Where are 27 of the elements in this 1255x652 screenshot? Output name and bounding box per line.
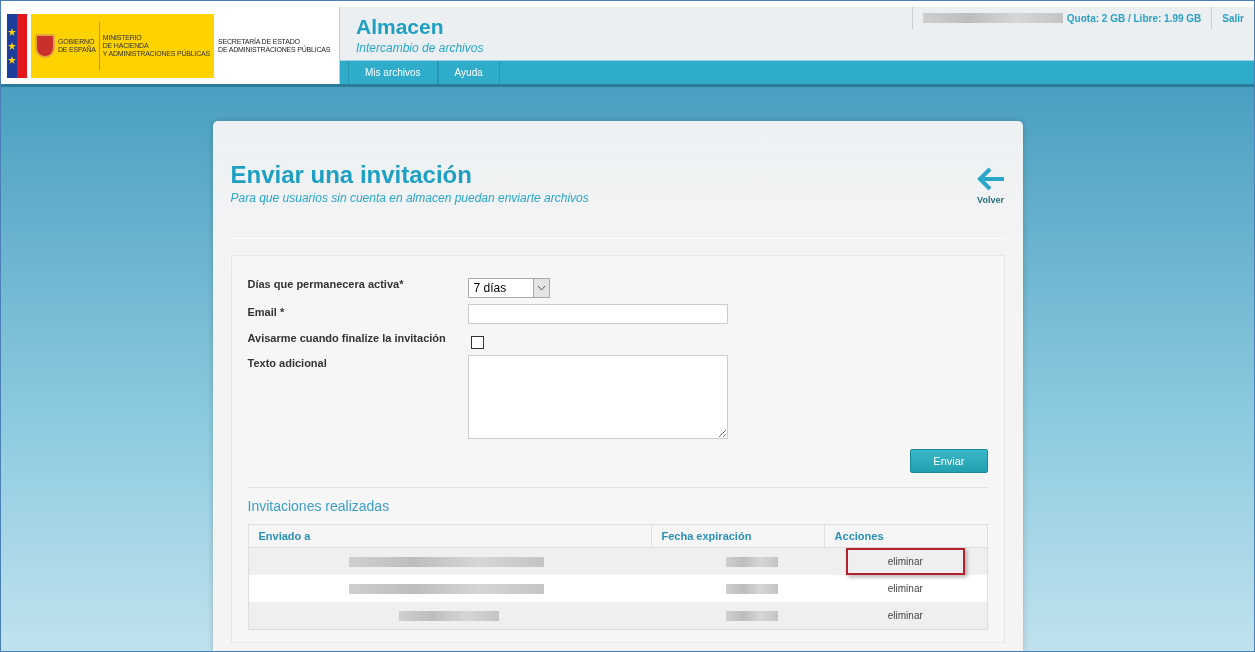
- notify-checkbox[interactable]: [470, 336, 484, 349]
- back-arrow-icon: [976, 167, 1005, 191]
- delete-link[interactable]: eliminar: [845, 548, 965, 575]
- app-title: Almacen: [356, 15, 445, 39]
- column-header: Fecha expiración: [651, 524, 825, 548]
- column-header: Enviado a: [248, 524, 651, 548]
- flag-icon: [7, 13, 27, 78]
- page-title: Enviar una invitación: [230, 161, 473, 189]
- coat-of-arms-icon: [35, 33, 55, 58]
- redacted-text: [726, 611, 778, 622]
- field-label: Avisarme cuando finalize la invitación: [247, 332, 447, 344]
- quota-text: Quota: 2 GB / Libre: 1.99 GB: [1066, 12, 1202, 24]
- column-header: Acciones: [824, 524, 987, 548]
- days-select[interactable]: 7 días: [467, 278, 550, 298]
- field-label: Texto adicional: [247, 357, 328, 369]
- section-title: Invitaciones realizadas: [247, 498, 391, 514]
- field-label: Días que permanecera activa*: [247, 278, 405, 290]
- send-button[interactable]: Enviar: [910, 449, 988, 473]
- redacted-text: [726, 584, 778, 595]
- back-button[interactable]: Volver: [976, 167, 1005, 205]
- text-area[interactable]: [467, 355, 728, 439]
- field-label: Email *: [247, 306, 286, 318]
- redacted-text: [726, 557, 778, 568]
- email-field[interactable]: [467, 304, 728, 324]
- caret-icon: [532, 279, 549, 297]
- page-subtitle: Para que usuarios sin cuenta en almacen puedan enviarte archivos: [230, 191, 589, 205]
- app-subtitle: Intercambio de archivos: [356, 41, 484, 55]
